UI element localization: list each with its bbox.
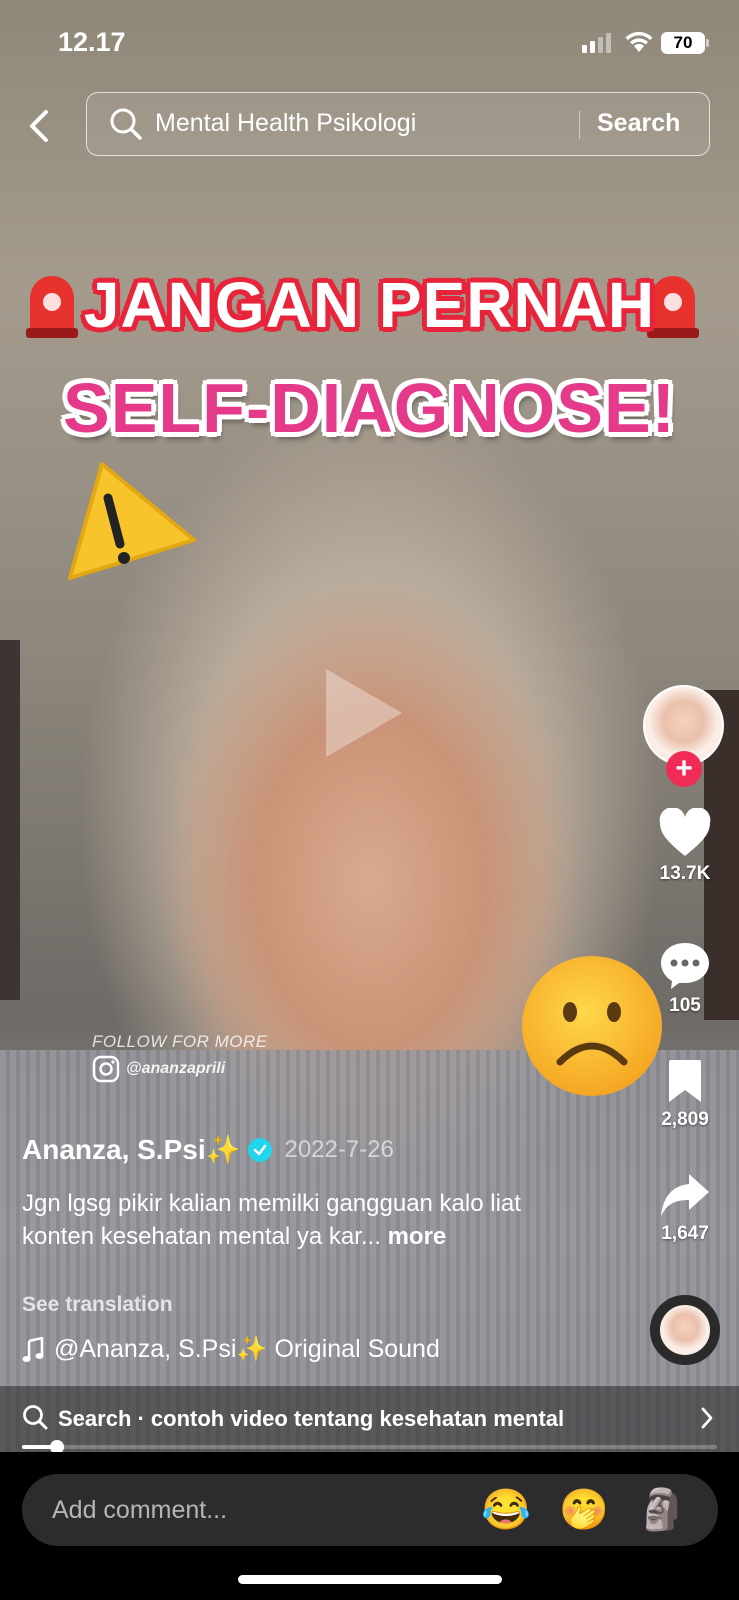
sound-disc[interactable] <box>650 1295 720 1365</box>
heart-icon <box>659 807 711 856</box>
bookmark-icon <box>669 1060 701 1102</box>
share-count: 1,647 <box>661 1223 709 1244</box>
signal-icon <box>582 33 611 53</box>
sound-label: @Ananza, S.Psi✨ Original Sound <box>54 1335 440 1363</box>
comment-count: 105 <box>669 995 701 1016</box>
comment-button[interactable]: 105 <box>640 940 730 1017</box>
save-button[interactable]: 2,809 <box>640 1058 730 1131</box>
search-input[interactable]: Mental Health Psikologi <box>155 109 416 138</box>
search-button[interactable]: Search <box>597 109 680 138</box>
emoji-moai-button[interactable]: 🗿 <box>636 1484 688 1536</box>
share-button[interactable]: 1,647 <box>640 1172 730 1245</box>
caption[interactable]: Jgn lgsg pikir kalian memilki gangguan k… <box>22 1187 582 1253</box>
home-indicator <box>238 1575 502 1584</box>
comment-placeholder: Add comment... <box>52 1496 228 1524</box>
overlay-headline-1: JANGAN PERNAH <box>83 269 656 341</box>
like-button[interactable]: 13.7K <box>640 807 730 885</box>
post-date: 2022-7-26 <box>284 1135 394 1163</box>
see-translation-link[interactable]: See translation <box>22 1293 173 1317</box>
overlay-headline-2: SELF-DIAGNOSE! <box>63 369 676 447</box>
watermark-follow-text: FOLLOW FOR MORE <box>92 1032 268 1051</box>
comment-icon <box>661 943 709 989</box>
watermark-instagram: @ananzaprili <box>92 1055 225 1083</box>
watermark-handle: @ananzaprili <box>126 1060 226 1077</box>
warning-icon <box>68 462 196 580</box>
verified-badge-icon <box>248 1137 273 1162</box>
follow-button[interactable]: + <box>666 751 702 787</box>
music-note-icon <box>22 1336 44 1362</box>
wifi-icon <box>625 31 653 52</box>
save-count: 2,809 <box>661 1109 709 1130</box>
search-bar[interactable]: Mental Health Psikologi Search <box>86 92 710 156</box>
caption-more-link[interactable]: more <box>388 1223 447 1250</box>
search-divider <box>579 111 580 139</box>
search-icon <box>110 108 142 140</box>
search-suggestion-bar[interactable]: Search · contoh video tentang kesehatan … <box>0 1386 739 1452</box>
search-suggestion-text: Search · contoh video tentang kesehatan … <box>58 1406 565 1431</box>
creator-name[interactable]: Ananza, S.Psi✨ <box>22 1133 240 1166</box>
like-count: 13.7K <box>659 863 711 884</box>
creator-row: Ananza, S.Psi✨ 2022-7-26 <box>22 1133 394 1166</box>
play-icon[interactable] <box>318 665 406 761</box>
back-button[interactable] <box>22 104 58 148</box>
battery-indicator: 70 <box>661 32 705 54</box>
share-icon <box>661 1174 709 1216</box>
emoji-hand-over-mouth-button[interactable]: 🤭 <box>558 1484 610 1536</box>
chevron-right-icon <box>701 1407 713 1429</box>
emoji-laugh-button[interactable]: 😂 <box>480 1484 532 1536</box>
comment-input[interactable]: Add comment... 😂 🤭 🗿 <box>22 1474 718 1546</box>
video-progress-bar[interactable] <box>22 1440 717 1454</box>
search-icon <box>23 1405 48 1430</box>
instagram-icon <box>92 1055 120 1083</box>
battery-tip <box>706 39 709 47</box>
background-door <box>0 640 20 1000</box>
sound-row[interactable]: @Ananza, S.Psi✨ Original Sound <box>22 1335 440 1364</box>
status-time: 12.17 <box>58 27 126 57</box>
